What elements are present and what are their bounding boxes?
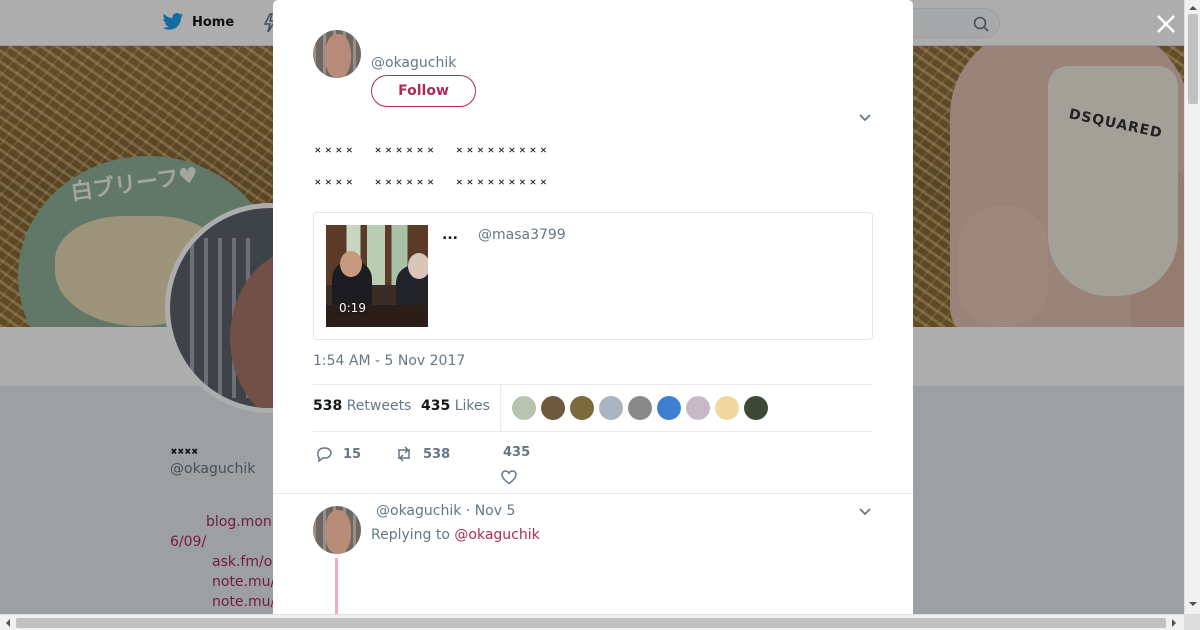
- follow-button[interactable]: Follow: [371, 75, 476, 107]
- liker-avatar[interactable]: [570, 396, 594, 420]
- likes-count: 435: [421, 398, 451, 414]
- liker-avatars: [512, 396, 768, 420]
- quoted-tweet-card[interactable]: 0:19 ... @masa3799: [313, 212, 873, 340]
- reply-icon: [317, 447, 332, 463]
- horizontal-scrollbar[interactable]: [0, 614, 1184, 630]
- reply-header: @okaguchik · Nov 5: [376, 503, 515, 519]
- tweet-text-line: 𝅃𝅃𝅃𝅃 𝅃𝅃𝅃𝅃𝅃𝅃 𝅃𝅃𝅃𝅃𝅃𝅃𝅃𝅃𝅃: [313, 160, 550, 191]
- chevron-down-icon[interactable]: [858, 113, 872, 123]
- liker-avatar[interactable]: [715, 396, 739, 420]
- likes-label: Likes: [454, 398, 490, 414]
- video-thumbnail[interactable]: 0:19: [326, 225, 428, 327]
- retweets-stat[interactable]: 538 Retweets: [313, 398, 411, 414]
- scroll-up-arrow-icon[interactable]: [1189, 2, 1197, 10]
- replying-prefix: Replying to: [371, 527, 450, 543]
- like-count-label: 435: [503, 445, 530, 460]
- video-duration: 0:19: [339, 301, 366, 315]
- avatar-figure: [325, 34, 351, 78]
- vertical-scrollbar[interactable]: [1184, 0, 1200, 614]
- stats-divider: [500, 385, 501, 431]
- replying-to: Replying to @okaguchik: [371, 527, 540, 543]
- like-heart-icon[interactable]: [500, 468, 518, 486]
- reply-author-handle[interactable]: @okaguchik: [376, 503, 461, 519]
- tweet-timestamp[interactable]: 1:54 AM - 5 Nov 2017: [313, 353, 465, 369]
- scroll-left-arrow-icon[interactable]: [2, 619, 10, 627]
- tweet-modal: @okaguchik Follow 𝅃𝅃𝅃𝅃 𝅃𝅃𝅃𝅃𝅃𝅃 𝅃𝅃𝅃𝅃𝅃𝅃𝅃𝅃𝅃 …: [273, 0, 913, 614]
- vertical-scroll-thumb[interactable]: [1188, 14, 1198, 104]
- scrollbar-corner: [1184, 614, 1200, 630]
- thumbnail-person-head: [408, 253, 428, 279]
- retweet-count: 538: [423, 446, 451, 462]
- close-button[interactable]: [1154, 12, 1178, 36]
- scroll-right-arrow-icon[interactable]: [1172, 619, 1180, 627]
- retweets-count: 538: [313, 398, 343, 414]
- like-count: 435: [503, 445, 531, 460]
- quoted-author-name: ...: [442, 227, 458, 243]
- reply-count: 15: [343, 446, 362, 462]
- scroll-down-arrow-icon[interactable]: [1189, 602, 1197, 610]
- close-icon: [1157, 15, 1175, 33]
- reply-button[interactable]: 15: [315, 445, 361, 463]
- tweet-text: 𝅃𝅃𝅃𝅃 𝅃𝅃𝅃𝅃𝅃𝅃 𝅃𝅃𝅃𝅃𝅃𝅃𝅃𝅃𝅃 𝅃𝅃𝅃𝅃 𝅃𝅃𝅃𝅃𝅃𝅃 𝅃𝅃𝅃𝅃𝅃𝅃…: [313, 128, 873, 192]
- reply-divider: [273, 493, 913, 494]
- thread-line: [335, 558, 338, 614]
- tweet-text-line: 𝅃𝅃𝅃𝅃 𝅃𝅃𝅃𝅃𝅃𝅃 𝅃𝅃𝅃𝅃𝅃𝅃𝅃𝅃𝅃: [313, 128, 550, 159]
- avatar-figure: [325, 510, 351, 554]
- retweets-label: Retweets: [346, 398, 412, 414]
- horizontal-scroll-thumb[interactable]: [16, 618, 1166, 628]
- quoted-author-handle: @masa3799: [478, 227, 566, 243]
- retweet-button[interactable]: 538: [395, 445, 450, 463]
- liker-avatar[interactable]: [744, 396, 768, 420]
- reply-date[interactable]: Nov 5: [475, 503, 516, 519]
- liker-avatar[interactable]: [599, 396, 623, 420]
- tweet-author-avatar[interactable]: [313, 30, 361, 78]
- liker-avatar[interactable]: [686, 396, 710, 420]
- liker-avatar[interactable]: [512, 396, 536, 420]
- tweet-stats: 538 Retweets 435 Likes: [313, 384, 873, 432]
- reply-separator: ·: [465, 503, 475, 519]
- thumbnail-person-head: [340, 251, 362, 277]
- liker-avatar[interactable]: [541, 396, 565, 420]
- liker-avatar[interactable]: [628, 396, 652, 420]
- replying-to-link[interactable]: @okaguchik: [454, 527, 539, 543]
- reply-author-avatar[interactable]: [313, 506, 361, 554]
- liker-avatar[interactable]: [657, 396, 681, 420]
- tweet-author-handle[interactable]: @okaguchik: [371, 55, 456, 71]
- reply-chevron-down-icon[interactable]: [858, 507, 872, 517]
- likes-stat[interactable]: 435 Likes: [421, 398, 490, 414]
- retweet-icon: [398, 446, 410, 462]
